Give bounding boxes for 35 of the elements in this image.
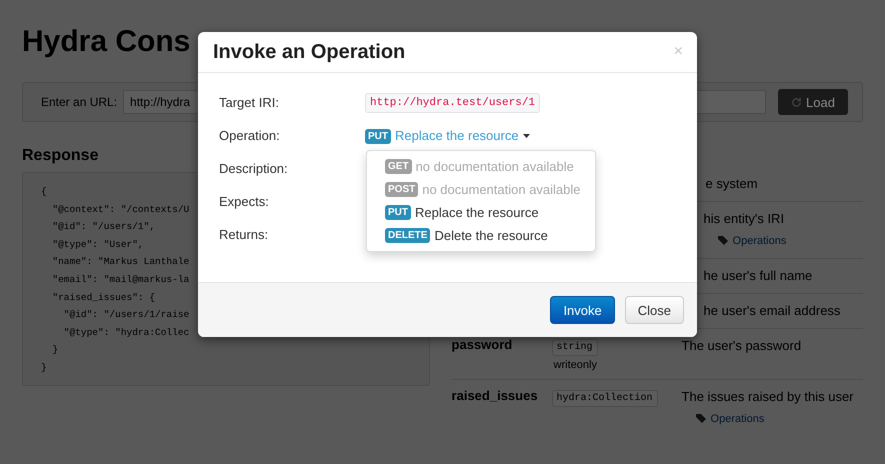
response-heading: Response [22,146,98,166]
property-name: raised_issues [452,388,538,403]
operations-link[interactable]: Operations [718,232,786,250]
method-badge: GET [385,159,412,174]
target-iri: http://hydra.test/users/1 [365,93,540,113]
page-title: Hydra Cons [22,24,190,60]
method-badge: PUT [365,128,391,144]
property-description: The user's password [682,337,802,355]
property-description: The issues raised by this user [682,388,855,406]
property-name: password [452,337,512,352]
invoke-button[interactable]: Invoke [550,296,615,324]
tag-icon [696,414,707,424]
property-type: hydra:Collection [552,390,658,407]
modal-title: Invoke an Operation [213,40,406,64]
field-label: Operation: [219,127,281,145]
method-badge: DELETE [385,228,430,243]
close-button[interactable]: Close [624,296,684,324]
property-note: writeonly [552,359,598,371]
property-type: string [552,339,598,356]
property-description: his entity's IRI [704,210,786,228]
load-button[interactable]: Load [778,89,848,115]
method-badge: PUT [385,205,411,220]
caret-icon [522,134,530,138]
property-description: he user's full name [704,267,814,285]
operation-dropdown[interactable]: PUT Replace the resource [365,126,530,146]
field-label: Target IRI: [219,94,280,112]
url-label: Enter an URL: [41,95,118,109]
refresh-icon [791,96,802,108]
operations-link[interactable]: Operations [696,410,764,428]
property-description: he user's email address [704,302,842,320]
tag-icon [718,236,729,246]
method-badge: POST [385,182,418,197]
field-label: Returns: [219,226,270,244]
class-description: e system [706,175,758,193]
field-label: Expects: [219,193,270,211]
